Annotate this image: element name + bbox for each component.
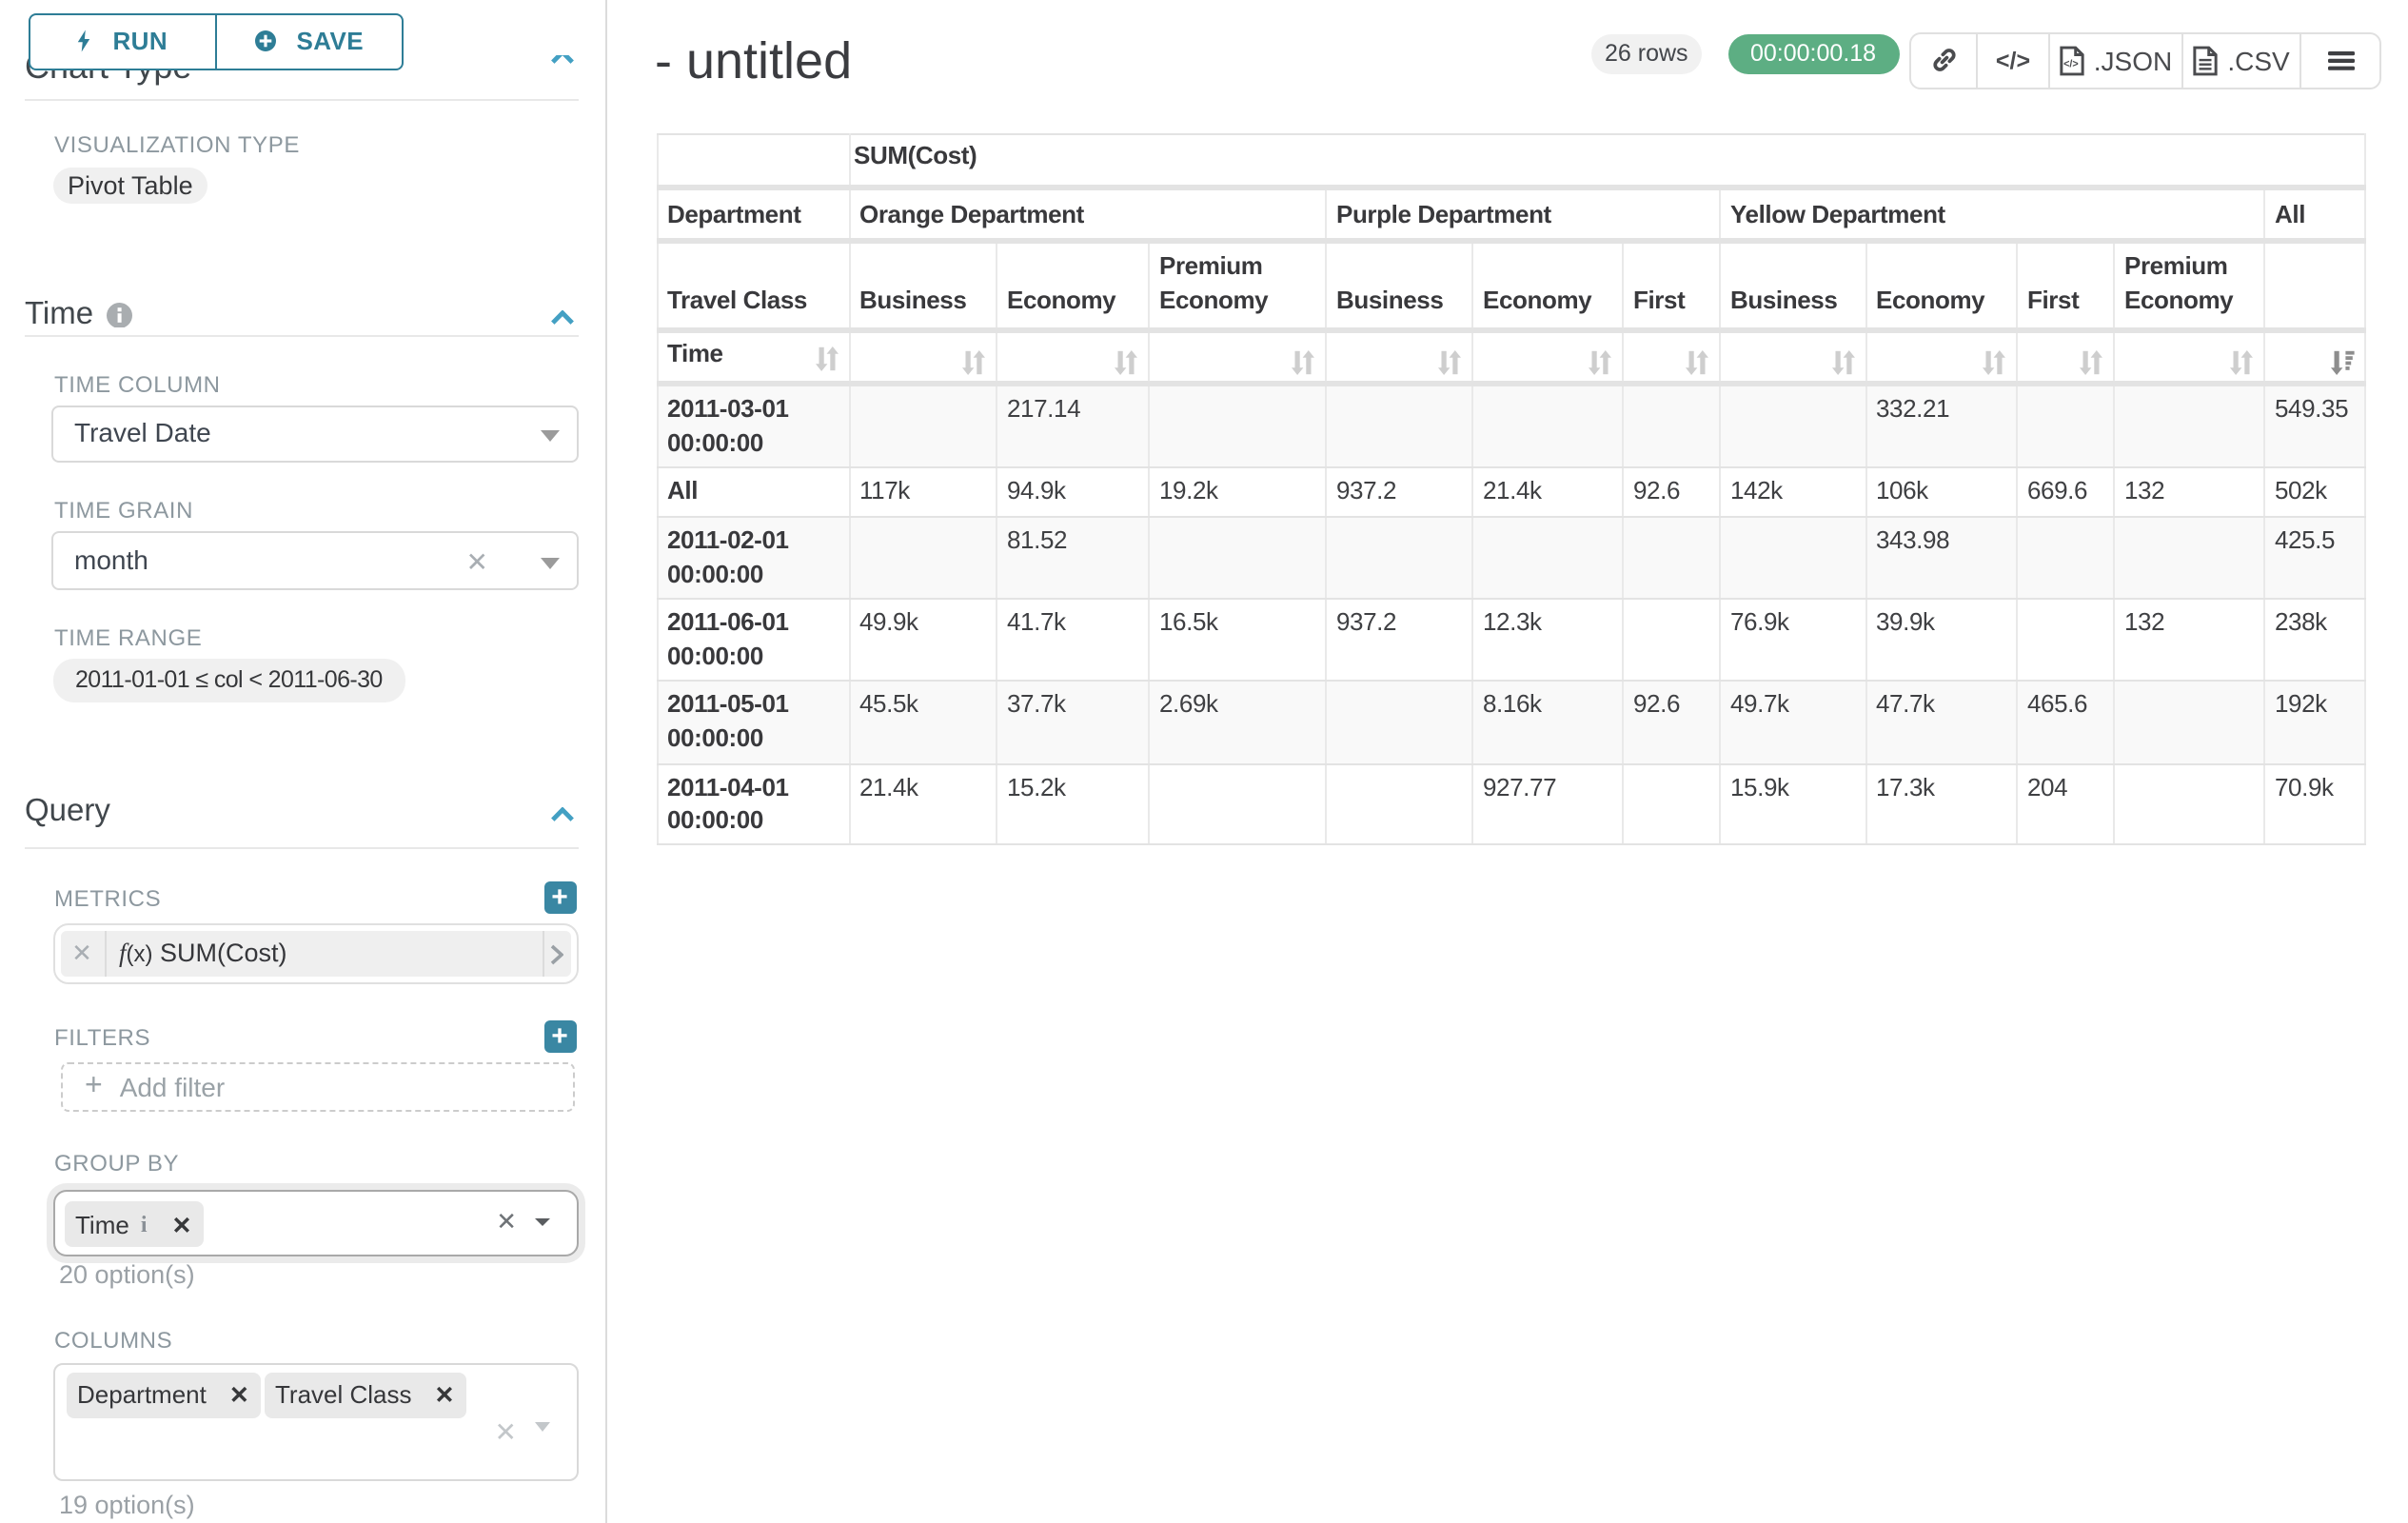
svg-text:</>: </> (2063, 58, 2079, 69)
